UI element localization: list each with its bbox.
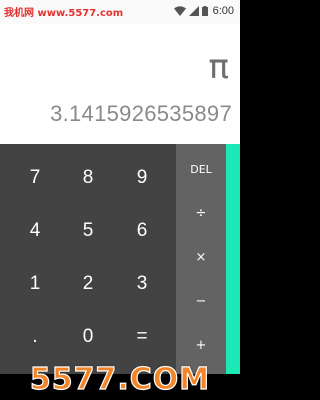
key-9[interactable]: 9	[117, 153, 167, 203]
site-logo-watermark: 5577.COM	[29, 361, 211, 397]
battery-icon	[201, 6, 208, 16]
key-3[interactable]: 3	[117, 259, 167, 309]
display-area: π 3.1415926535897	[0, 24, 240, 144]
wifi-icon	[173, 6, 186, 16]
status-icons: 6:00	[173, 5, 234, 17]
signal-icon	[188, 6, 199, 16]
key-6[interactable]: 6	[117, 206, 167, 256]
site-watermark: 我机网 www.5577.com	[4, 8, 124, 19]
digit-keypad: 7 8 9 4 5 6 1 2 3 . 0 =	[0, 144, 176, 374]
multiply-button[interactable]: ×	[176, 238, 226, 278]
status-bar: 我机网 www.5577.com 6:00	[0, 0, 240, 24]
operator-pad: DEL ÷ × − +	[176, 144, 226, 374]
key-7[interactable]: 7	[10, 153, 60, 203]
key-4[interactable]: 4	[10, 206, 60, 256]
subtract-button[interactable]: −	[176, 282, 226, 322]
status-time: 6:00	[212, 5, 234, 17]
key-2[interactable]: 2	[63, 259, 113, 309]
key-decimal[interactable]: .	[10, 312, 60, 362]
key-1[interactable]: 1	[10, 259, 60, 309]
key-8[interactable]: 8	[63, 153, 113, 203]
calculator-screen: 我机网 www.5577.com 6:00 π 3.1415926535897 …	[0, 0, 240, 400]
key-equals[interactable]: =	[117, 312, 167, 362]
key-5[interactable]: 5	[63, 206, 113, 256]
delete-button[interactable]: DEL	[176, 150, 226, 190]
key-0[interactable]: 0	[63, 312, 113, 362]
divide-button[interactable]: ÷	[176, 194, 226, 234]
result-display: 3.1415926535897	[50, 101, 232, 126]
advanced-pad-handle[interactable]	[226, 144, 240, 374]
formula-display[interactable]: π	[209, 50, 229, 84]
